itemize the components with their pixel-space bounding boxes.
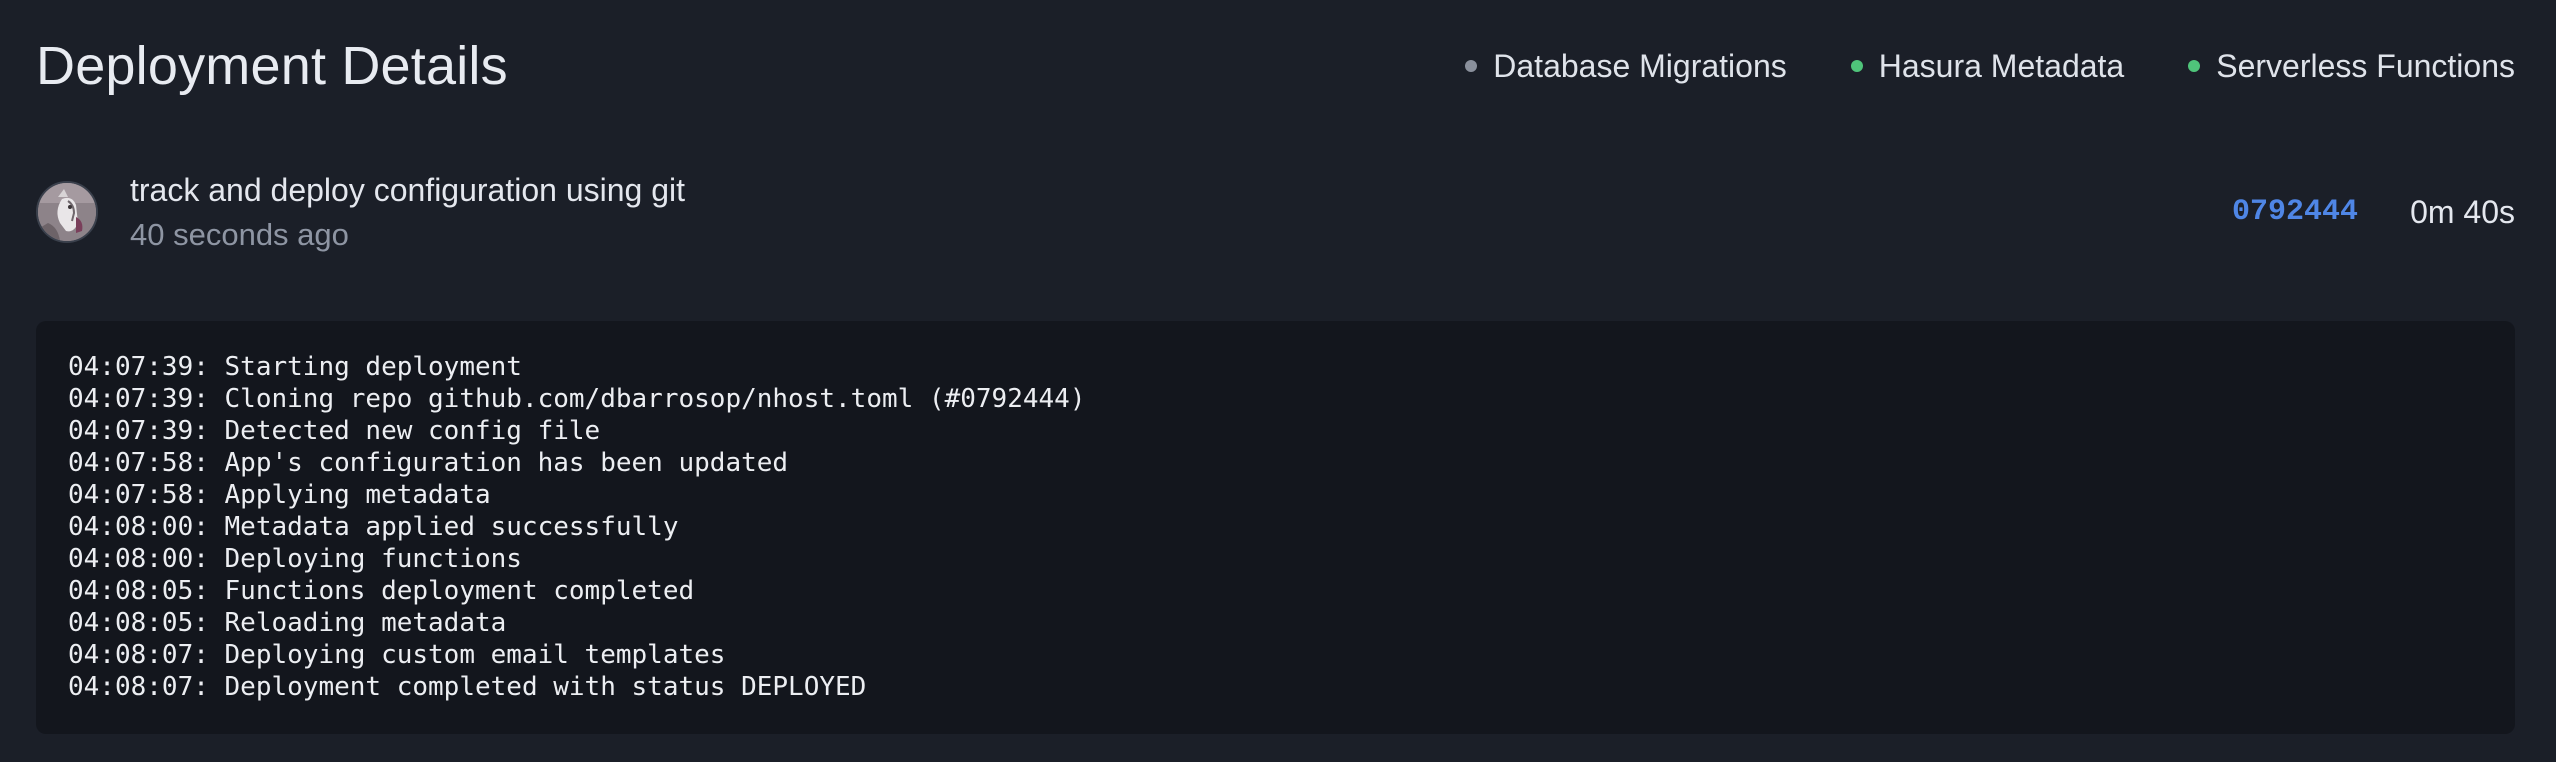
status-dot-icon (2188, 60, 2201, 72)
log-line: 04:08:05: Functions deployment completed (68, 576, 695, 606)
commit-hash-link[interactable]: 0792444 (2232, 195, 2358, 229)
log-line: 04:08:07: Deployment completed with stat… (68, 672, 867, 702)
log-line: 04:07:39: Detected new config file (68, 416, 601, 446)
status-serverless-functions: Serverless Functions (2188, 48, 2515, 85)
deployment-details-page: Deployment Details Database Migrations H… (0, 0, 2556, 762)
status-dot-icon (1850, 60, 1863, 72)
header: Deployment Details Database Migrations H… (36, 28, 2515, 104)
status-list: Database Migrations Hasura Metadata Serv… (1465, 48, 2515, 85)
status-database-migrations: Database Migrations (1465, 47, 1787, 85)
avatar (36, 181, 98, 243)
status-hasura-metadata: Hasura Metadata (1850, 47, 2125, 85)
deployment-log-panel: 04:07:39: Starting deployment 04:07:39: … (36, 321, 2515, 734)
log-line: 04:08:05: Reloading metadata (68, 608, 507, 638)
log-line: 04:08:00: Deploying functions (68, 544, 522, 574)
commit-meta: 0792444 0m 40s (2232, 194, 2515, 231)
status-dot-icon (1465, 60, 1478, 72)
log-line: 04:07:39: Starting deployment (68, 352, 522, 382)
log-line: 04:07:58: Applying metadata (68, 480, 491, 510)
log-line: 04:07:58: App's configuration has been u… (68, 448, 789, 478)
status-label: Database Migrations (1493, 47, 1787, 84)
log-line: 04:07:39: Cloning repo github.com/dbarro… (68, 384, 1086, 414)
deployment-duration: 0m 40s (2410, 193, 2515, 230)
log-line: 04:08:00: Metadata applied successfully (68, 512, 679, 542)
log-line: 04:08:07: Deploying custom email templat… (68, 640, 726, 670)
commit-row: track and deploy configuration using git… (36, 166, 2515, 258)
commit-text: track and deploy configuration using git… (130, 172, 685, 253)
commit-time: 40 seconds ago (130, 216, 349, 252)
page-title: Deployment Details (36, 36, 508, 96)
commit-message: track and deploy configuration using git (130, 171, 686, 208)
user-avatar-icon (38, 183, 96, 241)
status-label: Hasura Metadata (1878, 47, 2125, 84)
status-label: Serverless Functions (2216, 47, 2515, 84)
commit-info: track and deploy configuration using git… (36, 172, 685, 253)
